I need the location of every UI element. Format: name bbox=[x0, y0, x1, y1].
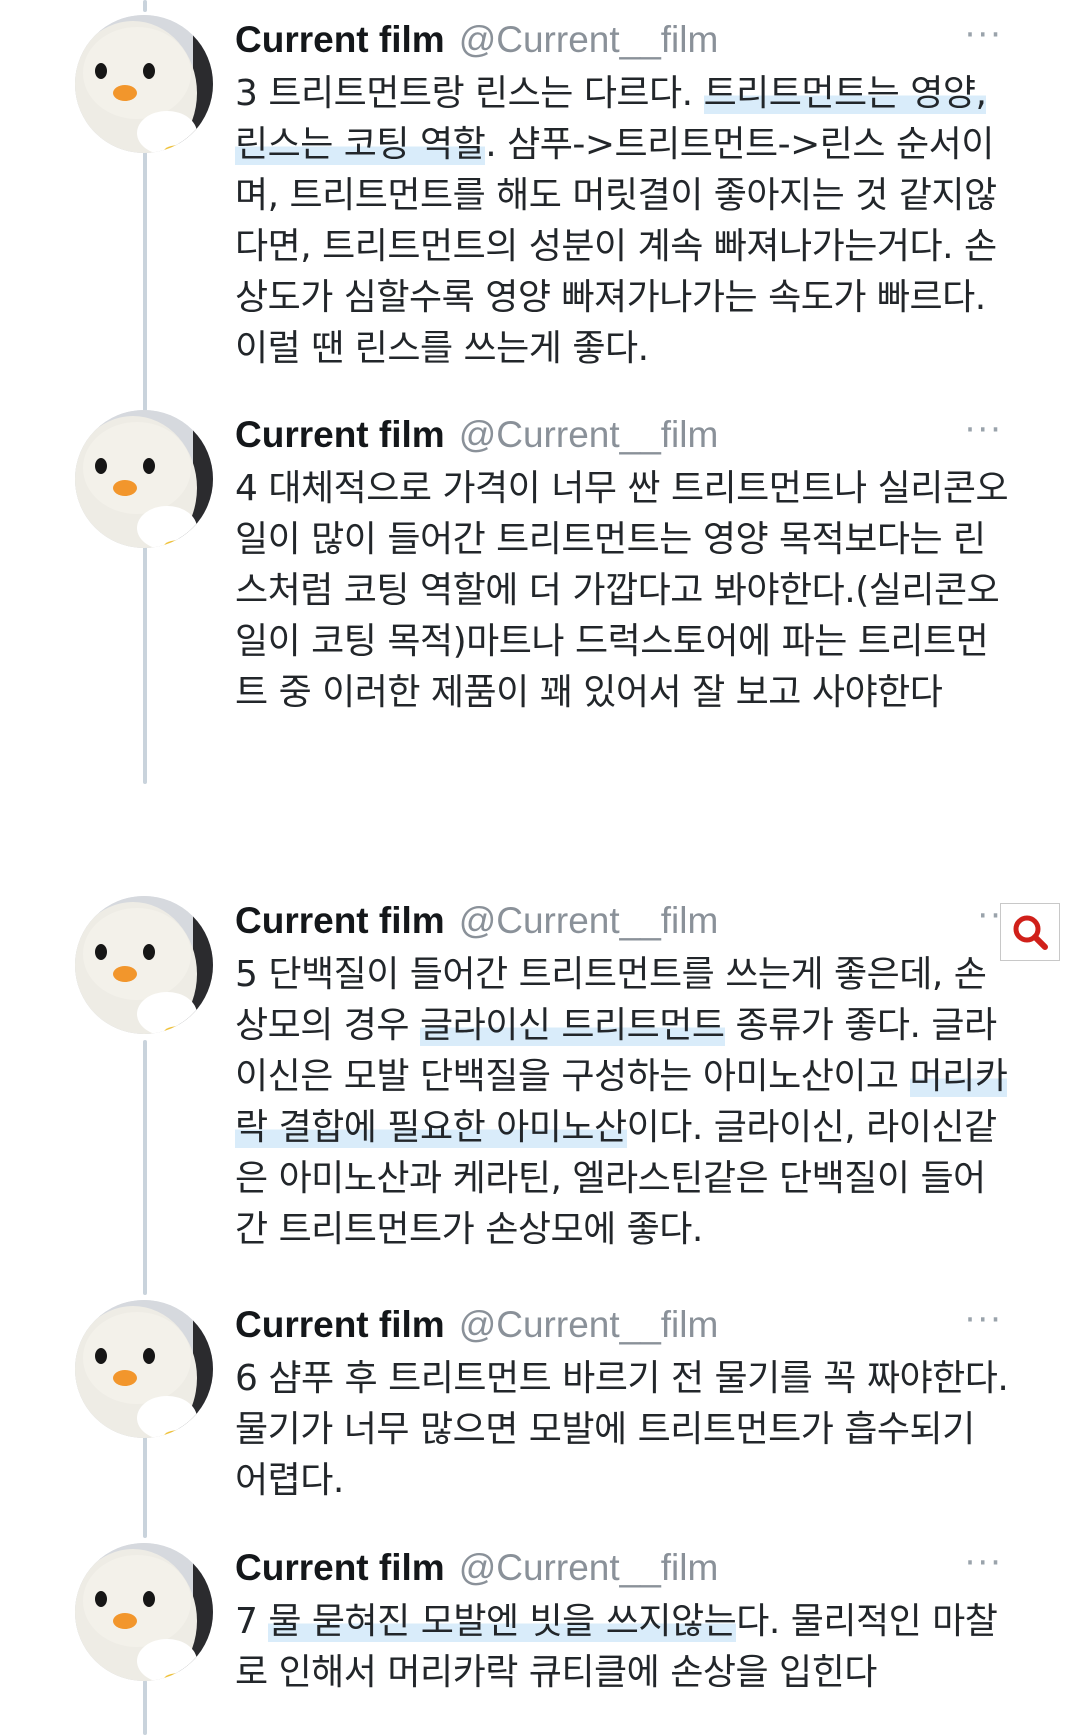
penguin-avatar-icon[interactable] bbox=[75, 15, 213, 153]
penguin-avatar-icon[interactable] bbox=[75, 896, 213, 1034]
display-name[interactable]: Current film bbox=[235, 19, 445, 61]
text-segment: 4 대체적으로 가격이 너무 싼 트리트먼트나 실리콘오일이 많이 들어간 트리… bbox=[235, 468, 1009, 713]
username-handle[interactable]: @Current__film bbox=[459, 1547, 719, 1589]
more-options-icon[interactable]: ··· bbox=[965, 1543, 1003, 1593]
highlighted-text: 물 묻혀진 모발엔 빗을 쓰지않는 bbox=[268, 1601, 737, 1642]
tweet-text: 5 단백질이 들어간 트리트먼트를 쓰는게 좋은데, 손상모의 경우 글라이신 … bbox=[235, 949, 1015, 1255]
highlighted-text: 글라이신 트리트먼트 bbox=[420, 1005, 725, 1046]
more-options-icon[interactable]: ··· bbox=[965, 410, 1003, 460]
tweet-header: Current film @Current__film bbox=[235, 1543, 718, 1593]
thread-line bbox=[143, 1040, 147, 1295]
thread-line bbox=[143, 0, 147, 12]
penguin-avatar-icon[interactable] bbox=[75, 1300, 213, 1438]
username-handle[interactable]: @Current__film bbox=[459, 414, 719, 456]
tweet-header: Current film @Current__film bbox=[235, 1300, 718, 1350]
more-options-icon[interactable]: ··· bbox=[965, 1300, 1003, 1350]
tweet-text: 6 샴푸 후 트리트먼트 바르기 전 물기를 꼭 짜야한다. 물기가 너무 많으… bbox=[235, 1353, 1015, 1506]
search-button[interactable] bbox=[1000, 903, 1060, 961]
thread-line bbox=[143, 1680, 147, 1735]
username-handle[interactable]: @Current__film bbox=[459, 19, 719, 61]
display-name[interactable]: Current film bbox=[235, 900, 445, 942]
text-segment: 7 bbox=[235, 1601, 269, 1642]
tweet-header: Current film @Current__film bbox=[235, 896, 718, 946]
display-name[interactable]: Current film bbox=[235, 1547, 445, 1589]
username-handle[interactable]: @Current__film bbox=[459, 900, 719, 942]
penguin-avatar-icon[interactable] bbox=[75, 410, 213, 548]
thread-line bbox=[143, 534, 147, 784]
search-icon bbox=[1001, 915, 1059, 964]
penguin-avatar-icon[interactable] bbox=[75, 1543, 213, 1681]
display-name[interactable]: Current film bbox=[235, 1304, 445, 1346]
tweet-text: 4 대체적으로 가격이 너무 싼 트리트먼트나 실리콘오일이 많이 들어간 트리… bbox=[235, 463, 1015, 718]
text-segment: 3 트리트먼트랑 린스는 다르다. bbox=[235, 73, 704, 114]
username-handle[interactable]: @Current__film bbox=[459, 1304, 719, 1346]
thread-line bbox=[143, 142, 147, 412]
tweet-header: Current film @Current__film bbox=[235, 410, 718, 460]
tweet-text: 3 트리트먼트랑 린스는 다르다. 트리트먼트는 영양, 린스는 코팅 역할. … bbox=[235, 68, 1015, 374]
text-segment: 6 샴푸 후 트리트먼트 바르기 전 물기를 꼭 짜야한다. 물기가 너무 많으… bbox=[235, 1358, 1009, 1501]
tweet-text: 7 물 묻혀진 모발엔 빗을 쓰지않는다. 물리적인 마찰로 인해서 머리카락 … bbox=[235, 1596, 1015, 1698]
tweet-header: Current film @Current__film bbox=[235, 15, 718, 65]
more-options-icon[interactable]: ··· bbox=[965, 15, 1003, 65]
display-name[interactable]: Current film bbox=[235, 414, 445, 456]
